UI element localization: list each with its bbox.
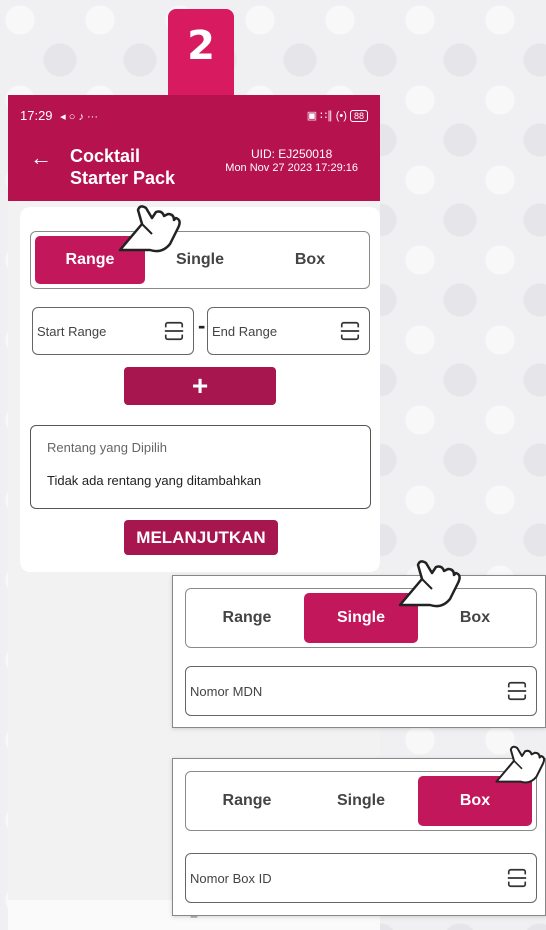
page-title-line2: Starter Pack bbox=[70, 168, 176, 188]
scan-barcode-icon[interactable] bbox=[163, 320, 185, 342]
end-range-field[interactable] bbox=[207, 307, 370, 355]
hand-pointer-icon bbox=[495, 745, 546, 784]
hand-pointer-icon bbox=[398, 560, 461, 608]
back-button[interactable]: ← bbox=[30, 145, 52, 171]
arrow-left-icon: ← bbox=[30, 145, 52, 170]
mdn-input[interactable] bbox=[190, 683, 506, 699]
status-bar: 17:29 ◂ ○ ♪ ··· ▣ ∷∥ (•) 88 bbox=[8, 95, 380, 135]
uid-text: UID: EJ250018 bbox=[250, 147, 333, 161]
page-title: Cocktail Starter Pack bbox=[70, 145, 175, 189]
status-right: ▣ ∷∥ (•) 88 bbox=[307, 109, 368, 122]
page-title-line1: Cocktail bbox=[70, 146, 141, 166]
step-badge: 2 bbox=[168, 9, 234, 95]
selected-range-box: Rentang yang Dipilih Tidak ada rentang y… bbox=[30, 425, 371, 509]
type-tabs: Range Single Box bbox=[185, 771, 537, 831]
start-range-input[interactable] bbox=[37, 323, 163, 339]
end-range-input[interactable] bbox=[212, 323, 339, 339]
scan-barcode-icon[interactable] bbox=[506, 867, 528, 889]
type-tabs: Range Single Box bbox=[30, 231, 370, 289]
status-left: 17:29 ◂ ○ ♪ ··· bbox=[20, 108, 98, 123]
scan-barcode-icon[interactable] bbox=[506, 680, 528, 702]
status-icons-left: ◂ ○ ♪ ··· bbox=[60, 110, 98, 123]
tab-range[interactable]: Range bbox=[190, 776, 304, 826]
status-icons-right: ▣ ∷∥ (•) bbox=[306, 109, 350, 122]
hand-pointer-icon bbox=[118, 205, 181, 253]
range-separator: - bbox=[198, 313, 206, 338]
datetime-text: Mon Nov 27 2023 17:29:16 bbox=[225, 162, 358, 174]
selected-range-value: Tidak ada rentang yang ditambahkan bbox=[47, 473, 262, 488]
tab-box[interactable]: Box bbox=[255, 236, 365, 284]
app-bar: ← Cocktail Starter Pack UID: EJ250018 Mo… bbox=[8, 135, 380, 201]
add-range-button[interactable]: + bbox=[124, 367, 276, 405]
box-id-field[interactable] bbox=[185, 853, 537, 903]
box-id-input[interactable] bbox=[190, 870, 506, 886]
battery-icon: 88 bbox=[349, 109, 368, 122]
start-range-field[interactable] bbox=[32, 307, 194, 355]
uid-info: UID: EJ250018 Mon Nov 27 2023 17:29:16 bbox=[225, 147, 358, 175]
mdn-field[interactable] bbox=[185, 666, 537, 716]
scan-barcode-icon[interactable] bbox=[339, 320, 361, 342]
status-time: 17:29 bbox=[20, 107, 53, 123]
selected-range-label: Rentang yang Dipilih bbox=[47, 440, 167, 455]
tab-single[interactable]: Single bbox=[304, 776, 418, 826]
tab-range[interactable]: Range bbox=[190, 593, 304, 643]
type-tabs: Range Single Box bbox=[185, 588, 537, 648]
single-panel: Range Single Box bbox=[172, 575, 546, 728]
continue-button[interactable]: MELANJUTKAN bbox=[124, 520, 278, 555]
